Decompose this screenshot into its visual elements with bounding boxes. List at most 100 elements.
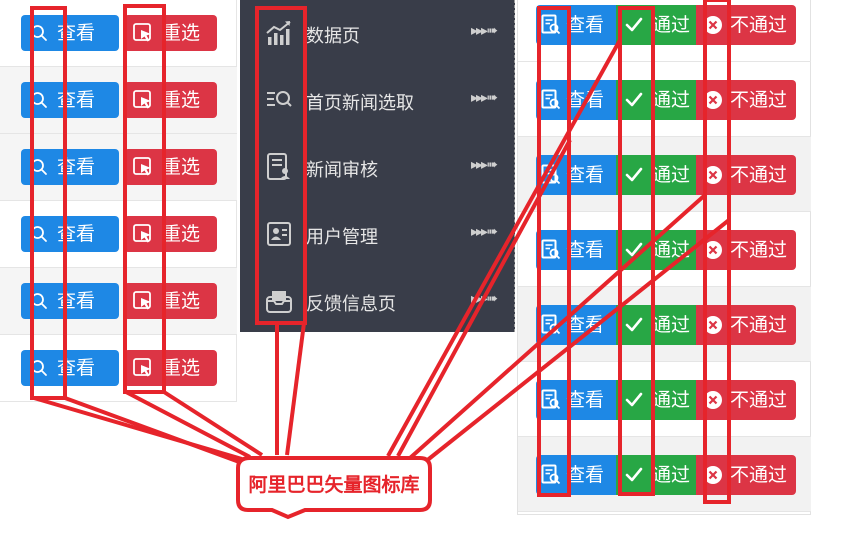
view-button-label: 查看 (566, 88, 605, 111)
reselect-button[interactable]: 重选 (124, 15, 217, 51)
view-button-label: 查看 (57, 88, 96, 111)
document-search-icon (536, 305, 566, 345)
sidebar-menu: 数据页 ▸▸▸➠ 首页新闻选取 ▸▸▸➠ 新闻审核 ▸▸▸➠ 用户管理 ▸▸▸➠… (240, 0, 515, 332)
table-row: 查看 重选 (0, 201, 237, 268)
search-icon (21, 149, 57, 185)
reselect-button-label: 重选 (162, 222, 201, 245)
view-button[interactable]: 查看 (21, 15, 119, 51)
cursor-select-icon (124, 283, 162, 319)
table-row: 查看 重选 (0, 335, 237, 402)
pass-button[interactable]: 通过 (616, 455, 696, 495)
reject-button[interactable]: 不通过 (696, 5, 796, 45)
chart-trend-icon (264, 14, 294, 52)
chevron-right-icon: ▸▸▸➠ (471, 90, 498, 106)
view-button-label: 查看 (566, 463, 605, 486)
table-row: 查看 通过 不通过 (518, 212, 811, 287)
document-search-icon (536, 5, 566, 45)
table-row: 查看 通过 不通过 (518, 362, 811, 437)
list-search-icon (264, 81, 294, 119)
sidebar-item-news-review[interactable]: 新闻审核 ▸▸▸➠ (240, 134, 515, 201)
reject-button[interactable]: 不通过 (696, 305, 796, 345)
cursor-select-icon (124, 149, 162, 185)
search-icon (21, 350, 57, 386)
search-icon (21, 283, 57, 319)
search-icon (21, 216, 57, 252)
reselect-button-label: 重选 (162, 21, 201, 44)
view-button[interactable]: 查看 (21, 283, 119, 319)
connector-line (285, 322, 306, 456)
close-circle-icon (696, 455, 730, 495)
reselect-button-label: 重选 (162, 155, 201, 178)
view-button-label: 查看 (566, 388, 605, 411)
reselect-button[interactable]: 重选 (124, 283, 217, 319)
reselect-button[interactable]: 重选 (124, 350, 217, 386)
sidebar-item-label: 首页新闻选取 (306, 93, 414, 114)
close-circle-icon (696, 155, 730, 195)
sidebar-item-homepage-news[interactable]: 首页新闻选取 ▸▸▸➠ (240, 67, 515, 134)
cursor-select-icon (124, 216, 162, 252)
view-button[interactable]: 查看 (21, 149, 119, 185)
reject-button[interactable]: 不通过 (696, 155, 796, 195)
table-row: 查看 重选 (0, 268, 237, 335)
view-button-label: 查看 (57, 155, 96, 178)
reject-button[interactable]: 不通过 (696, 380, 796, 420)
pass-button[interactable]: 通过 (616, 230, 696, 270)
view-button-label: 查看 (566, 163, 605, 186)
view-button[interactable]: 查看 (536, 230, 616, 270)
reselect-button[interactable]: 重选 (124, 149, 217, 185)
cursor-select-icon (124, 82, 162, 118)
reject-button[interactable]: 不通过 (696, 230, 796, 270)
connector-line (64, 396, 243, 465)
close-circle-icon (696, 305, 730, 345)
view-button-label: 查看 (57, 21, 96, 44)
check-icon (616, 455, 652, 495)
view-button-label: 查看 (57, 222, 96, 245)
sidebar-item-label: 反馈信息页 (306, 294, 396, 315)
pass-button-label: 通过 (652, 13, 691, 36)
view-button[interactable]: 查看 (21, 350, 119, 386)
view-button[interactable]: 查看 (536, 380, 616, 420)
reject-button[interactable]: 不通过 (696, 80, 796, 120)
pass-button[interactable]: 通过 (616, 80, 696, 120)
reselect-button[interactable]: 重选 (124, 82, 217, 118)
cursor-select-icon (124, 15, 162, 51)
reject-button-label: 不通过 (730, 463, 788, 486)
pass-button-label: 通过 (652, 313, 691, 336)
pass-button[interactable]: 通过 (616, 305, 696, 345)
table-row: 查看 通过 不通过 (518, 62, 811, 137)
table-row: 查看 重选 (0, 67, 237, 134)
check-icon (616, 155, 652, 195)
reselect-button[interactable]: 重选 (124, 216, 217, 252)
view-button[interactable]: 查看 (536, 80, 616, 120)
pass-button[interactable]: 通过 (616, 380, 696, 420)
pass-button[interactable]: 通过 (616, 155, 696, 195)
reject-button[interactable]: 不通过 (696, 455, 796, 495)
inbox-tray-icon (264, 282, 294, 320)
document-user-icon (264, 148, 294, 186)
sidebar-item-data-page[interactable]: 数据页 ▸▸▸➠ (240, 0, 515, 67)
document-search-icon (536, 80, 566, 120)
check-icon (616, 5, 652, 45)
sidebar-item-user-management[interactable]: 用户管理 ▸▸▸➠ (240, 201, 515, 268)
pass-button[interactable]: 通过 (616, 5, 696, 45)
sidebar-item-feedback[interactable]: 反馈信息页 ▸▸▸➠ (240, 268, 515, 335)
view-button[interactable]: 查看 (21, 216, 119, 252)
sidebar-item-label: 新闻审核 (306, 160, 378, 181)
close-circle-icon (696, 80, 730, 120)
view-button[interactable]: 查看 (536, 455, 616, 495)
reselect-button-label: 重选 (162, 88, 201, 111)
view-button[interactable]: 查看 (536, 155, 616, 195)
view-button[interactable]: 查看 (536, 305, 616, 345)
callout-label: 阿里巴巴矢量图标库 (248, 474, 420, 496)
view-button[interactable]: 查看 (21, 82, 119, 118)
chevron-right-icon: ▸▸▸➠ (471, 224, 498, 240)
view-button[interactable]: 查看 (536, 5, 616, 45)
cursor-select-icon (124, 350, 162, 386)
chevron-right-icon: ▸▸▸➠ (471, 291, 498, 307)
document-search-icon (536, 380, 566, 420)
right-table: 查看 通过 不通过 查看 通过 不通过 查看 通过 不通过 查看 通过 不通过 … (517, 0, 811, 515)
left-table: 查看 重选 查看 重选 查看 重选 查看 重选 查看 重选 查看 重选 (0, 0, 237, 402)
pass-button-label: 通过 (652, 238, 691, 261)
table-row: 查看 通过 不通过 (518, 287, 811, 362)
document-search-icon (536, 455, 566, 495)
